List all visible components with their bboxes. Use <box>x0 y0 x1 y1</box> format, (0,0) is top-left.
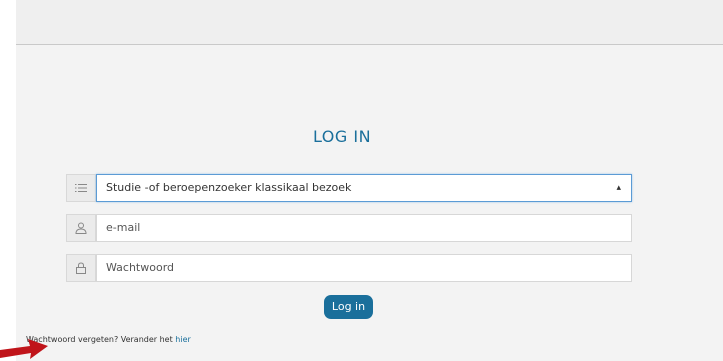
select-caret-icon: ▴ <box>616 183 621 193</box>
email-row <box>66 214 632 242</box>
annotation-arrow-icon <box>0 339 48 359</box>
forgot-password-text: Wachtwoord vergeten? Verander het hier <box>26 335 191 344</box>
list-icon <box>66 174 96 202</box>
login-button[interactable]: Log in <box>324 295 373 319</box>
lock-icon <box>66 254 96 282</box>
user-icon <box>66 214 96 242</box>
password-field-wrapper <box>96 254 632 282</box>
visit-type-select[interactable]: Studie -of beroepenzoeker klassikaal bez… <box>96 174 632 202</box>
visit-type-selected-value: Studie -of beroepenzoeker klassikaal bez… <box>106 181 352 194</box>
header-bar <box>16 0 723 45</box>
password-field[interactable] <box>106 261 631 274</box>
password-row <box>66 254 632 282</box>
email-field-wrapper <box>96 214 632 242</box>
email-field[interactable] <box>106 221 631 234</box>
reset-password-link[interactable]: hier <box>175 335 191 344</box>
visit-type-row: Studie -of beroepenzoeker klassikaal bez… <box>66 174 632 202</box>
page-margin <box>0 0 16 361</box>
page-title: LOG IN <box>312 127 372 146</box>
